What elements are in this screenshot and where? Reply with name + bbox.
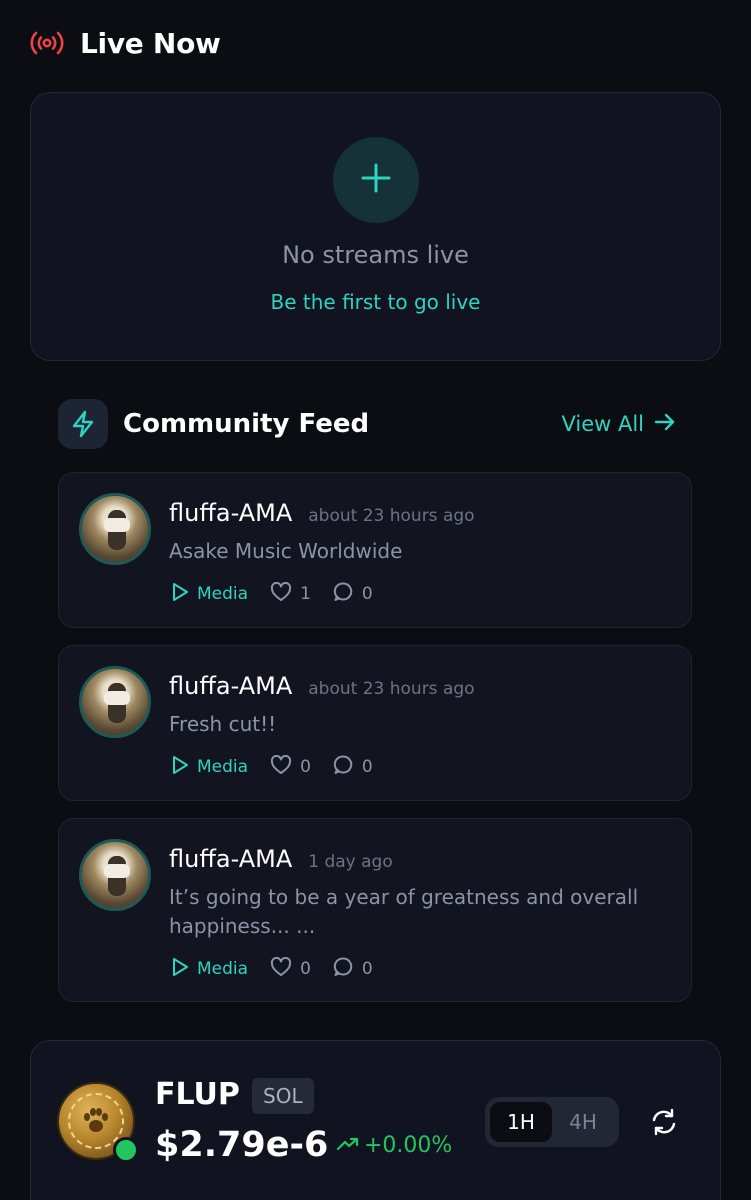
go-live-link[interactable]: Be the first to go live	[31, 290, 720, 314]
no-streams-text: No streams live	[282, 241, 469, 269]
community-feed-header: Community Feed View All	[58, 399, 676, 449]
play-icon	[171, 582, 189, 607]
like-count: 0	[300, 757, 311, 777]
like-button[interactable]: 0	[270, 956, 311, 982]
lightning-icon	[58, 399, 108, 449]
media-label: Media	[197, 584, 249, 604]
feed-post[interactable]: fluffa-AMA about 23 hours ago Asake Musi…	[58, 472, 692, 628]
token-card: FLUP SOL $2.79e-6 +0.00% 1H 4H	[30, 1040, 721, 1200]
media-button[interactable]: Media	[171, 755, 248, 780]
media-button[interactable]: Media	[171, 582, 248, 607]
feed-post[interactable]: fluffa-AMA 1 day ago It’s going to be a …	[58, 818, 692, 1002]
broadcast-icon	[30, 26, 64, 60]
like-count: 0	[300, 959, 311, 979]
token-price: $2.79e-6	[155, 1125, 329, 1165]
online-status-dot	[113, 1137, 139, 1163]
avatar[interactable]	[79, 666, 151, 738]
price-change-value: +0.00%	[364, 1133, 453, 1158]
live-streams-card: No streams live Be the first to go live	[30, 92, 721, 361]
chain-badge: SOL	[252, 1078, 314, 1114]
post-text: Fresh cut!!	[169, 712, 277, 736]
comment-button[interactable]: 0	[333, 581, 373, 607]
price-change: +0.00%	[336, 1133, 452, 1158]
avatar[interactable]	[79, 839, 151, 911]
live-now-header: Live Now	[30, 26, 221, 60]
comment-count: 0	[361, 757, 373, 777]
comment-button[interactable]: 0	[333, 956, 373, 982]
timeframe-1h[interactable]: 1H	[490, 1102, 552, 1142]
post-timestamp: 1 day ago	[308, 852, 393, 872]
plus-icon	[359, 161, 393, 199]
media-label: Media	[197, 757, 249, 777]
heart-icon	[270, 956, 292, 982]
post-username[interactable]: fluffa-AMA	[169, 499, 292, 527]
community-feed-title: Community Feed	[123, 409, 370, 439]
feed-post[interactable]: fluffa-AMA about 23 hours ago Fresh cut!…	[58, 645, 692, 801]
view-all-label: View All	[561, 412, 644, 436]
post-timestamp: about 23 hours ago	[308, 679, 475, 699]
start-stream-button[interactable]	[333, 137, 419, 223]
comment-count: 0	[361, 959, 373, 979]
like-button[interactable]: 0	[270, 754, 311, 780]
comment-count: 0	[361, 584, 373, 604]
media-label: Media	[197, 959, 249, 979]
arrow-right-icon	[654, 412, 676, 437]
like-button[interactable]: 1	[270, 581, 311, 607]
comment-button[interactable]: 0	[333, 754, 373, 780]
post-username[interactable]: fluffa-AMA	[169, 845, 292, 873]
timeframe-selector: 1H 4H	[485, 1097, 619, 1147]
comment-icon	[333, 754, 354, 780]
post-username[interactable]: fluffa-AMA	[169, 672, 292, 700]
refresh-icon[interactable]	[649, 1107, 679, 1137]
heart-icon	[270, 754, 292, 780]
post-text: It’s going to be a year of greatness and…	[169, 885, 639, 938]
media-button[interactable]: Media	[171, 957, 248, 982]
view-all-link[interactable]: View All	[561, 412, 676, 437]
token-ticker: FLUP	[155, 1077, 240, 1112]
heart-icon	[270, 581, 292, 607]
play-icon	[171, 755, 189, 780]
post-text: Asake Music Worldwide	[169, 539, 403, 563]
post-timestamp: about 23 hours ago	[308, 506, 475, 526]
trend-up-icon	[336, 1133, 360, 1158]
comment-icon	[333, 581, 354, 607]
avatar[interactable]	[79, 493, 151, 565]
live-now-title: Live Now	[80, 26, 221, 60]
comment-icon	[333, 956, 354, 982]
play-icon	[171, 957, 189, 982]
timeframe-4h[interactable]: 4H	[552, 1102, 614, 1142]
like-count: 1	[300, 584, 311, 604]
